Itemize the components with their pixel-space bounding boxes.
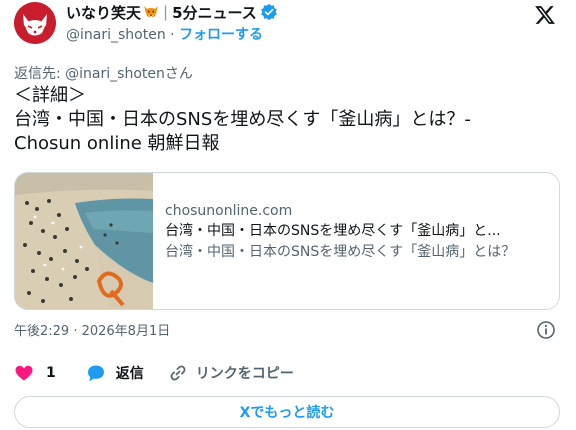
name-suffix: 5分ニュース <box>172 3 257 22</box>
handle-row: @inari_shoten · フォローする <box>66 24 263 44</box>
like-button[interactable]: 1 <box>14 363 56 383</box>
follow-button[interactable]: フォローする <box>179 27 263 43</box>
beach-thumbnail <box>15 173 153 309</box>
x-logo-icon[interactable] <box>534 4 556 26</box>
tweet-text: ＜詳細＞ 台湾・中国・日本のSNSを埋め尽くす「釜山病」とは？- Chosun … <box>14 84 564 156</box>
card-body: chosunonline.com 台湾・中国・日本のSNSを埋め尽くす「釜山病」… <box>165 201 550 262</box>
reply-label: 返信 <box>115 366 144 382</box>
card-description: 台湾・中国・日本のSNSを埋め尽くす「釜山病」とは？ <box>165 244 516 260</box>
info-icon[interactable] <box>536 320 556 340</box>
name-row: いなり笑天 | 5分ニュース <box>66 2 278 22</box>
read-more-button[interactable]: Xでもっと読む <box>14 396 560 428</box>
card-domain: chosunonline.com <box>165 203 293 219</box>
reply-bubble-icon <box>87 365 104 382</box>
verified-badge-icon <box>260 3 278 21</box>
card-title: 台湾・中国・日本のSNSを埋め尽くす「釜山病」と... <box>165 223 501 239</box>
reply-to-label: 返信先: @inari_shotenさん <box>14 66 193 82</box>
like-count: 1 <box>46 365 56 381</box>
tweet-header: いなり笑天 | 5分ニュース @inari_shoten · フォローする <box>14 2 562 46</box>
copy-link-label: リンクをコピー <box>195 366 294 382</box>
fox-avatar-icon <box>14 2 56 44</box>
handle-dot: · <box>165 27 180 43</box>
reply-button[interactable]: 返信 <box>86 363 144 383</box>
tweet-line: ＜詳細＞ <box>14 85 86 106</box>
tweet-line: Chosun online 朝鮮日報 <box>14 133 220 154</box>
link-icon <box>170 365 186 381</box>
handle[interactable]: @inari_shoten <box>66 27 166 43</box>
link-card[interactable]: chosunonline.com 台湾・中国・日本のSNSを埋め尽くす「釜山病」… <box>14 172 560 310</box>
heart-icon <box>15 365 33 381</box>
timestamp[interactable]: 午後2:29 · 2026年8月1日 <box>14 320 170 339</box>
action-bar: 1 返信 リンクをコピー <box>14 362 294 384</box>
tweet-line: 台湾・中国・日本のSNSを埋め尽くす「釜山病」とは？- <box>14 109 471 130</box>
fox-emoji-icon <box>143 4 159 20</box>
copy-link-button[interactable]: リンクをコピー <box>168 363 294 383</box>
avatar[interactable] <box>14 2 56 44</box>
display-name[interactable]: いなり笑天 <box>66 2 141 23</box>
name-separator: | <box>163 3 169 21</box>
